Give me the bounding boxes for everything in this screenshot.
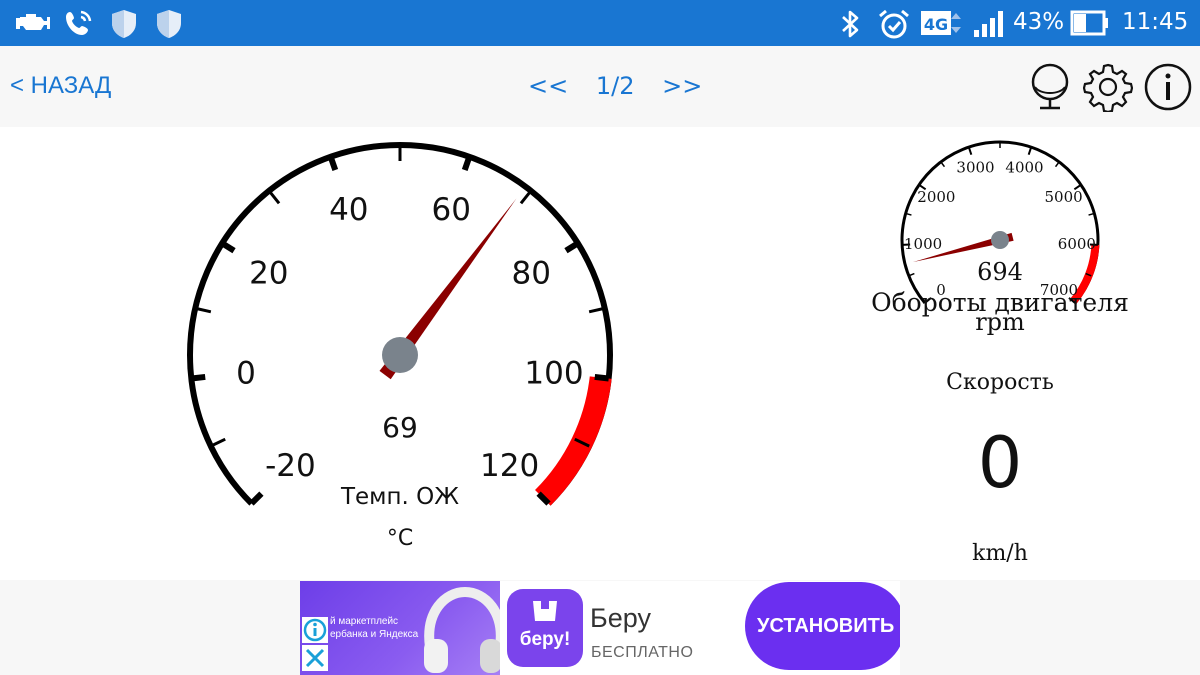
- info-icon[interactable]: [1143, 62, 1193, 112]
- rpm-gauge-tick-label: 1000: [904, 235, 942, 253]
- rpm-gauge-tick-label: 2000: [917, 188, 955, 206]
- rpm-gauge-tick-label: 6000: [1058, 235, 1096, 253]
- rpm-gauge-minor-tick: [1054, 161, 1060, 168]
- signal-icon: [974, 11, 1003, 37]
- coolant-gauge-major-tick: [461, 155, 473, 171]
- app-root: 4G 43% 11:45 < НАЗАД << 1/2 >> -20 0 20 …: [0, 0, 1200, 675]
- coolant-gauge-tick-label: 100: [524, 356, 583, 392]
- alarm-icon: [879, 9, 909, 39]
- box-icon: [533, 601, 557, 621]
- rpm-value: 694: [977, 258, 1023, 286]
- ad-image-caption: й маркетплейс ербанка и Яндекса: [330, 616, 419, 640]
- rpm-gauge-hub: [991, 231, 1009, 249]
- coolant-gauge-tick-label: 20: [249, 256, 288, 292]
- ad-app-logo[interactable]: беру!: [507, 589, 583, 667]
- clock: 11:45: [1122, 9, 1189, 35]
- shield-icon: [112, 10, 136, 38]
- install-button[interactable]: УСТАНОВИТЬ: [745, 582, 900, 670]
- ad-image[interactable]: й маркетплейс ербанка и Яндекса: [300, 581, 500, 675]
- svg-text:4G: 4G: [924, 15, 948, 34]
- page-indicator: 1/2: [595, 72, 635, 100]
- coolant-gauge-title: Темп. ОЖ: [340, 484, 459, 510]
- coolant-gauge-scale: [187, 142, 613, 506]
- ad-title[interactable]: Беру: [590, 603, 651, 634]
- shield-icon: [157, 10, 181, 38]
- engine-icon: [16, 14, 50, 30]
- coolant-temperature-gauge: -20 0 20 40 60 80 100 120 69 Темп. ОЖ °C: [187, 142, 613, 551]
- coolant-gauge-hub: [382, 337, 418, 373]
- speed-value: 0: [977, 422, 1023, 504]
- map-icon[interactable]: [1027, 62, 1073, 112]
- coolant-gauge-major-tick: [249, 491, 264, 506]
- rpm-gauge-tick-label: 3000: [956, 158, 994, 176]
- coolant-gauge-arc: [187, 142, 613, 506]
- coolant-gauge-tick-label: 0: [236, 356, 256, 392]
- rpm-gauge-major-tick: [1027, 146, 1033, 156]
- coolant-gauge-major-tick: [564, 240, 580, 254]
- headphones-icon: [424, 587, 500, 673]
- gear-icon[interactable]: [1083, 62, 1133, 112]
- rpm-gauge: 0100020003000 4000500060007000 694 Оборот…: [871, 140, 1129, 336]
- rpm-gauge-major-tick: [967, 146, 973, 156]
- rpm-gauge-minor-tick: [940, 161, 946, 168]
- coolant-gauge-minor-tick: [267, 189, 281, 205]
- coolant-gauge-redline: [534, 376, 612, 506]
- speed-label: Скорость: [946, 370, 1054, 395]
- coolant-gauge-unit: °C: [387, 526, 413, 551]
- coolant-gauge-minor-tick: [210, 437, 226, 448]
- coolant-gauge-major-tick: [190, 373, 206, 382]
- prev-page-button[interactable]: <<: [528, 72, 568, 100]
- rpm-gauge-tick-label: 5000: [1045, 188, 1083, 206]
- coolant-gauge-major-tick: [594, 373, 610, 382]
- network-4g-icon: 4G: [921, 11, 961, 35]
- coolant-gauge-tick-label: 40: [329, 192, 368, 228]
- ad-info-icon[interactable]: [302, 617, 328, 643]
- coolant-gauge-tick-label: -20: [265, 448, 316, 484]
- battery-icon: [1070, 10, 1108, 36]
- coolant-gauge-major-tick: [327, 155, 339, 171]
- coolant-gauge-tick-label: 120: [480, 448, 539, 484]
- status-bar: 4G 43% 11:45: [0, 0, 1200, 46]
- coolant-value: 69: [382, 411, 418, 444]
- battery-percent: 43%: [1013, 9, 1065, 35]
- ad-close-icon[interactable]: [302, 645, 328, 671]
- coolant-gauge-tick-label: 80: [511, 256, 550, 292]
- rpm-gauge-unit: rpm: [975, 308, 1025, 336]
- coolant-gauge-minor-tick: [519, 189, 533, 205]
- bluetooth-icon: [842, 10, 859, 38]
- ad-subtitle: БЕСПЛАТНО: [591, 644, 694, 661]
- phone-call-icon: [66, 10, 92, 35]
- coolant-gauge-major-tick: [220, 240, 236, 254]
- rpm-gauge-tick-label: 4000: [1005, 158, 1043, 176]
- speed-unit: km/h: [972, 541, 1028, 566]
- ad-banner[interactable]: й маркетплейс ербанка и Яндекса беру! Бе…: [300, 581, 900, 675]
- coolant-gauge-tick-label: 60: [431, 192, 470, 228]
- page-navigator: << 1/2 >>: [528, 72, 702, 100]
- toolbar: < НАЗАД << 1/2 >>: [0, 46, 1200, 127]
- next-page-button[interactable]: >>: [662, 72, 702, 100]
- back-button[interactable]: < НАЗАД: [10, 72, 111, 100]
